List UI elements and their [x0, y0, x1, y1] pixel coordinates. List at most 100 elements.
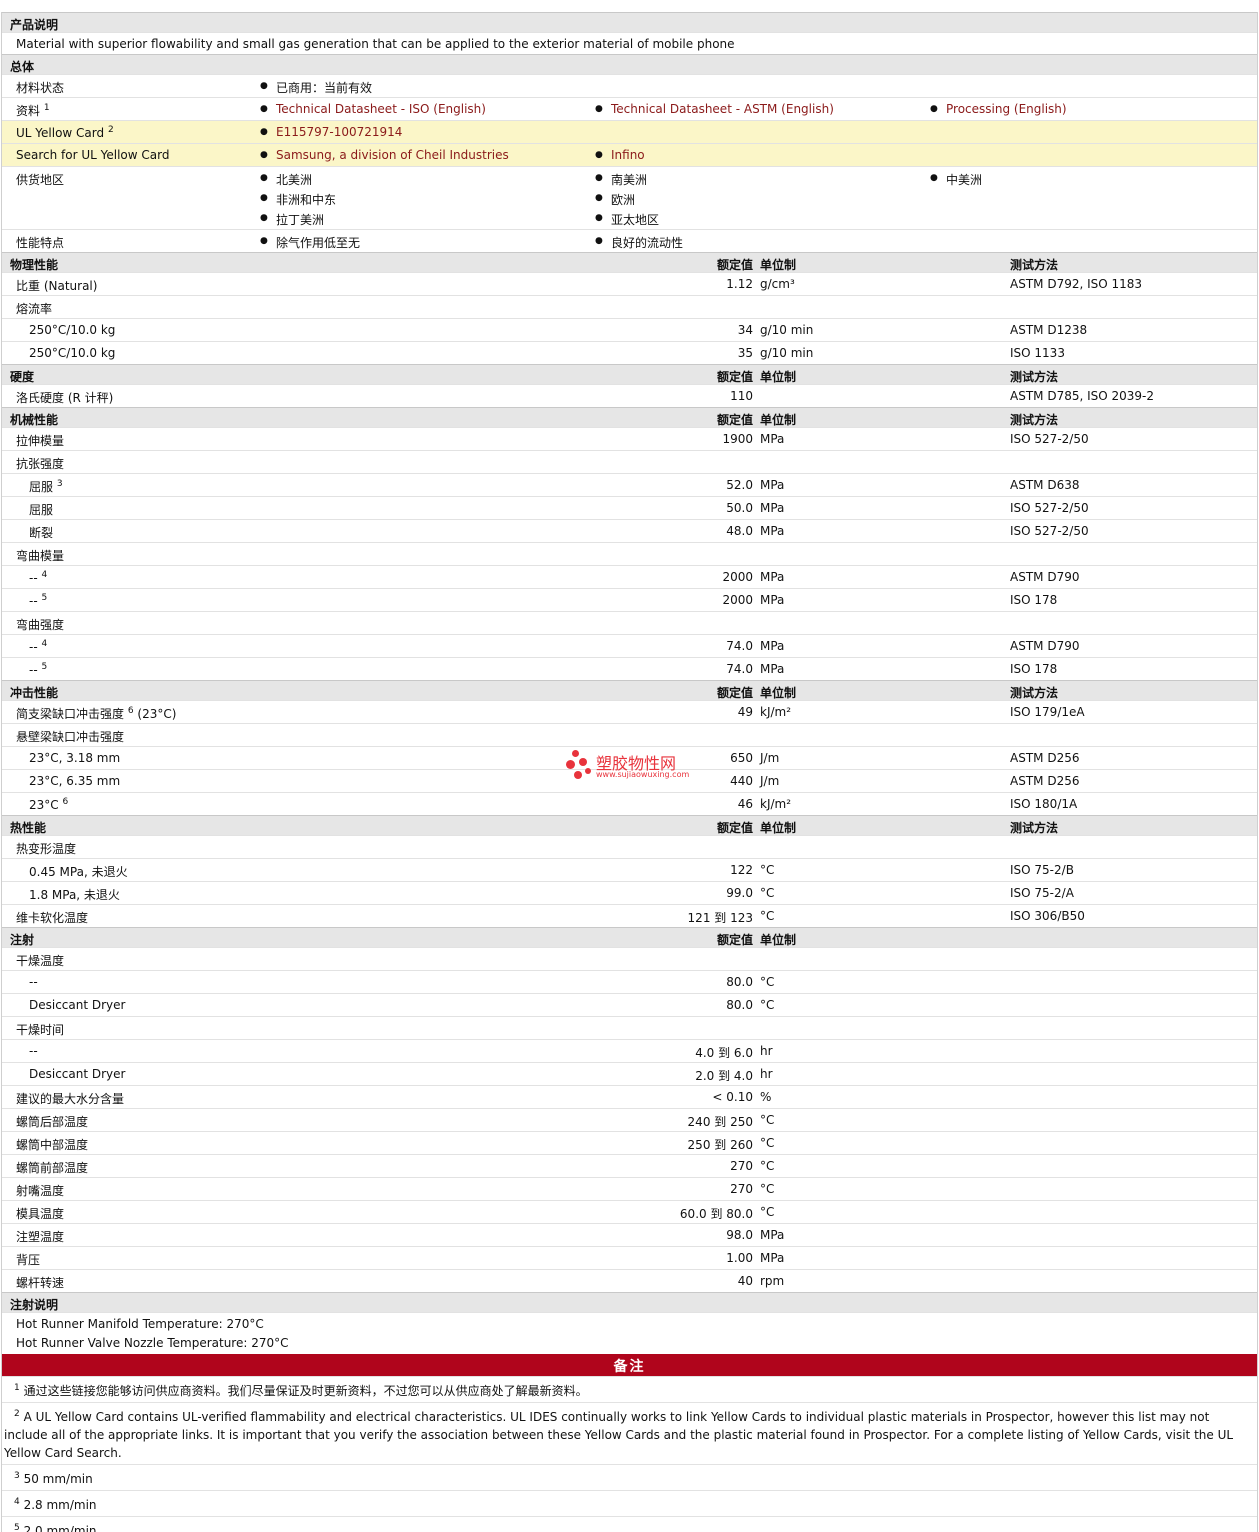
section-header-general: 总体 — [2, 54, 1257, 74]
property-value: 110 — [730, 389, 753, 403]
test-method: ISO 527-2/50 — [1010, 501, 1089, 515]
property-unit: °C — [760, 909, 775, 923]
column-header-unit: 单位制 — [760, 686, 797, 700]
property-label: 背压 — [16, 1251, 40, 1268]
doc-link-iso[interactable]: Technical Datasheet - ISO (English) — [260, 102, 486, 116]
footnote-ref: 4 — [41, 639, 48, 649]
property-value: 98.0 — [726, 1228, 753, 1242]
property-unit: °C — [760, 1136, 775, 1150]
section-header-description: 产品说明 — [2, 12, 1257, 32]
test-method: ASTM D638 — [1010, 478, 1080, 492]
property-row: 热变形温度 — [2, 835, 1257, 858]
property-unit: g/10 min — [760, 346, 814, 360]
regions-row: 供货地区 北美洲 南美洲 中美洲 非洲和中东 欧洲 拉丁美洲 亚太地区 — [2, 166, 1257, 229]
features-row: 性能特点 除气作用低至无 良好的流动性 — [2, 229, 1257, 252]
property-unit: kJ/m² — [760, 797, 792, 811]
column-header-unit: 单位制 — [760, 933, 797, 947]
property-row: -- 4 2000 MPa ASTM D790 — [2, 565, 1257, 588]
property-label-text: 模具温度 — [16, 1207, 65, 1221]
property-label-text: 23°C — [29, 798, 59, 812]
test-method: ISO 180/1A — [1010, 797, 1078, 811]
property-value: 1.12 — [726, 277, 753, 291]
property-label: 干燥时间 — [16, 1021, 64, 1038]
property-row: 建议的最大水分含量 < 0.10% — [2, 1085, 1257, 1108]
property-label: 断裂 — [29, 524, 53, 541]
watermark-logo: 塑胶物性网 www.sujiaowuxing.com — [566, 748, 706, 784]
property-label-text: 悬壁梁缺口冲击强度 — [16, 730, 125, 744]
doc-link-astm[interactable]: Technical Datasheet - ASTM (English) — [595, 102, 834, 116]
ul-search-link-infino[interactable]: Infino — [595, 148, 644, 162]
property-label-text: 螺筒前部温度 — [16, 1161, 89, 1175]
ul-card-link[interactable]: E115797-100721914 — [260, 125, 402, 139]
property-row: 螺筒中部温度 250 到 260 °C — [2, 1131, 1257, 1154]
property-unit: kJ/m² — [760, 705, 792, 719]
remark-note: 3 50 mm/min — [2, 1464, 1257, 1490]
test-method: ASTM D256 — [1010, 751, 1080, 765]
property-label-text: 射嘴温度 — [16, 1184, 65, 1198]
property-label-text: 热变形温度 — [16, 842, 77, 856]
property-row: 抗张强度 — [2, 450, 1257, 473]
property-label-text: -- — [29, 594, 38, 608]
description-row: Material with superior flowability and s… — [2, 32, 1257, 54]
property-value: 34 — [737, 323, 753, 337]
property-row: 干燥温度 — [2, 947, 1257, 970]
property-row: 23°C 6 46 kJ/m² ISO 180/1A — [2, 792, 1257, 815]
property-row: 弯曲模量 — [2, 542, 1257, 565]
remark-note: 2 A UL Yellow Card contains UL-verified … — [2, 1402, 1257, 1464]
property-row: 维卡软化温度 121 到 123 °C ISO 306/B50 — [2, 904, 1257, 927]
column-header-value: 额定值 — [716, 413, 753, 427]
property-unit: J/m — [760, 774, 780, 788]
property-value: 1900 — [722, 432, 753, 446]
property-row: 悬壁梁缺口冲击强度 — [2, 723, 1257, 746]
property-value: 1.00 — [726, 1251, 753, 1265]
section-header-impact: 冲击性能 额定值 单位制 测试方法 — [2, 680, 1257, 700]
property-label: 比重 (Natural) — [16, 277, 97, 294]
test-method: ISO 75-2/A — [1010, 886, 1074, 900]
property-label: 悬壁梁缺口冲击强度 — [16, 728, 124, 745]
property-label: -- — [29, 975, 38, 989]
test-method: ISO 75-2/B — [1010, 863, 1074, 877]
property-value: < 0.10 — [712, 1090, 753, 1104]
region-item: 中美洲 — [930, 171, 982, 188]
property-row: 1.8 MPa, 未退火 99.0 °C ISO 75-2/A — [2, 881, 1257, 904]
property-value: 52.0 — [726, 478, 753, 492]
property-value: 74.0 — [726, 662, 753, 676]
description-text: Material with superior flowability and s… — [16, 37, 735, 51]
property-value: 99.0 — [726, 886, 753, 900]
property-label-text: Desiccant Dryer — [29, 1067, 126, 1081]
doc-link-processing[interactable]: Processing (English) — [930, 102, 1067, 116]
property-row: -- 5 74.0 MPa ISO 178 — [2, 657, 1257, 680]
column-header-method: 测试方法 — [1010, 258, 1059, 272]
test-method: ISO 179/1eA — [1010, 705, 1085, 719]
property-unit: hr — [760, 1044, 773, 1058]
property-row: 背压 1.00 MPa — [2, 1246, 1257, 1269]
property-label-text: 0.45 MPa, 未退火 — [29, 865, 128, 879]
property-row: 屈服 3 52.0 MPa ASTM D638 — [2, 473, 1257, 496]
property-unit: °C — [760, 998, 775, 1012]
property-label: Desiccant Dryer — [29, 1067, 125, 1081]
property-label: 螺筒后部温度 — [16, 1113, 88, 1130]
property-row: -- 4 74.0 MPa ASTM D790 — [2, 634, 1257, 657]
property-row: 螺筒后部温度 240 到 250 °C — [2, 1108, 1257, 1131]
property-value: 74.0 — [726, 639, 753, 653]
test-method: ASTM D256 — [1010, 774, 1080, 788]
property-value: 122 — [730, 863, 753, 877]
property-label: -- 5 — [29, 593, 47, 608]
column-header-method: 测试方法 — [1010, 413, 1059, 427]
property-unit: °C — [760, 1159, 775, 1173]
property-label-text: 屈服 — [29, 480, 54, 494]
property-label: 螺杆转速 — [16, 1274, 64, 1291]
property-value: 250 到 260 — [687, 1138, 753, 1152]
property-row: Desiccant Dryer 2.0 到 4.0 hr — [2, 1062, 1257, 1085]
property-label: 简支梁缺口冲击强度 6 (23°C) — [16, 705, 176, 722]
property-label: 0.45 MPa, 未退火 — [29, 863, 128, 880]
property-label: 建议的最大水分含量 — [16, 1090, 124, 1107]
status-value: 已商用：当前有效 — [260, 79, 372, 96]
property-row: 螺杆转速 40 rpm — [2, 1269, 1257, 1292]
section-title: 热性能 — [10, 821, 47, 835]
test-method: ISO 306/B50 — [1010, 909, 1085, 923]
property-unit: g/cm³ — [760, 277, 795, 291]
property-unit: °C — [760, 863, 775, 877]
region-item: 非洲和中东 — [260, 191, 336, 208]
ul-search-link-samsung[interactable]: Samsung, a division of Cheil Industries — [260, 148, 509, 162]
